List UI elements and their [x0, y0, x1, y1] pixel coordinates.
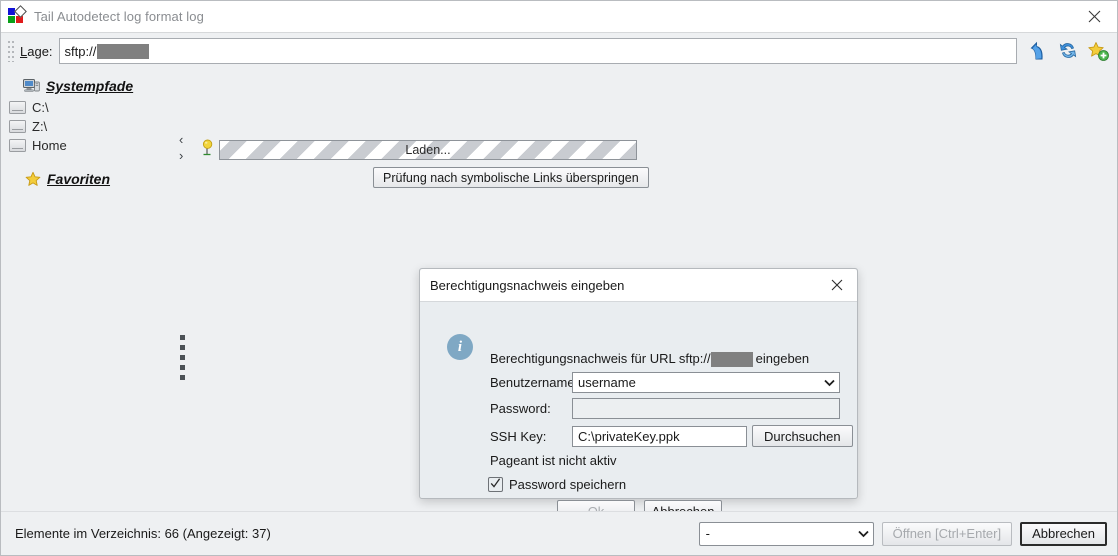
sidebar-header-label: Systempfade	[46, 78, 134, 94]
sidebar-item-label: C:\	[32, 100, 49, 115]
open-button[interactable]: Öffnen [Ctrl+Enter]	[881, 521, 1013, 546]
password-row: Password:	[490, 398, 840, 419]
toolbar-drag-grip[interactable]	[7, 40, 16, 62]
up-arrow-icon[interactable]	[1027, 40, 1049, 62]
chevron-down-icon	[824, 379, 835, 386]
drive-icon	[9, 139, 26, 152]
dialog-action-buttons: Ok Abbrechen	[557, 500, 722, 511]
info-icon: i	[447, 334, 473, 360]
browser-body: Systempfade C:\ Z:\ Home Favoriten ‹ › L…	[1, 69, 1117, 511]
dialog-body: i Berechtigungsnachweis für URL sftp:// e…	[420, 302, 857, 511]
dialog-close-button[interactable]	[817, 269, 857, 300]
browse-button[interactable]: Durchsuchen	[752, 425, 853, 447]
username-label: Benutzername:	[490, 375, 579, 390]
window-title: Tail Autodetect log format log	[34, 9, 204, 24]
filter-combobox[interactable]: -	[698, 521, 874, 546]
ssh-key-row: SSH Key: C:\privateKey.ppk Durchsuchen	[490, 425, 853, 447]
dialog-titlebar: Berechtigungsnachweis eingeben	[420, 269, 857, 302]
location-toolbar	[1021, 40, 1117, 62]
sidebar-item-label: Home	[32, 138, 67, 153]
ok-button-label: Ok	[587, 503, 605, 512]
chevron-down-icon[interactable]: ›	[179, 149, 193, 162]
location-bar: Lage: sftp://	[1, 33, 1117, 69]
sidebar-item-z-drive[interactable]: Z:\	[1, 117, 171, 136]
panel-splitter-handle[interactable]	[180, 335, 187, 380]
dialog-message-suffix: eingeben	[755, 351, 810, 366]
status-bar: Elemente im Verzeichnis: 66 (Angezeigt: …	[1, 511, 1117, 555]
location-input[interactable]: sftp://	[58, 38, 1017, 64]
save-password-checkbox[interactable]	[488, 477, 503, 492]
main-window: Tail Autodetect log format log Lage: sft…	[0, 0, 1118, 556]
app-logo-icon	[8, 4, 27, 26]
refresh-icon[interactable]	[1057, 40, 1079, 62]
location-label: Lage:	[20, 44, 53, 59]
bottom-actions: - Öffnen [Ctrl+Enter] Abbrechen	[698, 521, 1107, 546]
location-value-redacted	[97, 43, 150, 59]
password-label: Password:	[490, 401, 551, 416]
ssh-key-value: C:\privateKey.ppk	[578, 428, 680, 444]
dialog-cancel-label: Abbrechen	[651, 503, 715, 512]
close-icon	[831, 279, 843, 290]
username-combobox[interactable]: username	[572, 372, 840, 393]
window-titlebar: Tail Autodetect log format log	[1, 1, 1117, 33]
sidebar-header-systempfade[interactable]: Systempfade	[1, 74, 171, 98]
directory-status-text: Elemente im Verzeichnis: 66 (Angezeigt: …	[15, 526, 271, 541]
password-input[interactable]	[572, 398, 840, 419]
ssh-key-label: SSH Key:	[490, 428, 547, 444]
dialog-message: Berechtigungsnachweis für URL sftp:// ein…	[490, 351, 810, 368]
save-password-label: Password speichern	[509, 477, 627, 492]
cancel-button-label: Abbrechen	[1032, 526, 1095, 541]
star-icon	[25, 171, 41, 187]
sidebar-item-c-drive[interactable]: C:\	[1, 98, 171, 117]
sidebar-item-label: Z:\	[32, 119, 48, 134]
dialog-message-redacted	[710, 352, 753, 368]
cancel-button[interactable]: Abbrechen	[1020, 521, 1107, 546]
computer-icon	[23, 79, 40, 93]
browse-button-label: Durchsuchen	[764, 428, 841, 444]
filter-value: -	[705, 526, 710, 541]
places-sidebar: Systempfade C:\ Z:\ Home Favoriten	[1, 69, 171, 511]
dialog-title: Berechtigungsnachweis eingeben	[430, 277, 625, 293]
dialog-message-prefix: Berechtigungsnachweis für URL sftp://	[490, 351, 711, 366]
open-button-label: Öffnen [Ctrl+Enter]	[892, 526, 1002, 541]
skip-symlink-check-button[interactable]: Prüfung nach symbolische Links übersprin…	[373, 167, 649, 188]
chevron-up-icon[interactable]: ‹	[179, 133, 193, 146]
skip-symlink-check-label: Prüfung nach symbolische Links übersprin…	[383, 170, 639, 185]
checkmark-icon	[490, 478, 501, 488]
dialog-cancel-button[interactable]: Abbrechen	[644, 500, 722, 511]
username-value: username	[578, 375, 636, 390]
sidebar-header-label: Favoriten	[47, 171, 111, 187]
ok-button[interactable]: Ok	[557, 500, 635, 511]
add-favorite-star-icon[interactable]	[1087, 40, 1109, 62]
credentials-dialog: Berechtigungsnachweis eingeben i Berecht…	[419, 268, 858, 511]
loading-progress-bar: Laden...	[219, 140, 637, 160]
sidebar-item-home[interactable]: Home	[1, 136, 171, 155]
tree-collapse-controls[interactable]: ‹ ›	[179, 133, 193, 162]
yellow-pin-icon	[198, 139, 216, 157]
chevron-down-icon	[857, 530, 869, 537]
drive-icon	[9, 120, 26, 133]
info-icon-glyph: i	[457, 338, 463, 355]
location-label-rest: age:	[27, 43, 53, 59]
sidebar-header-favoriten[interactable]: Favoriten	[1, 167, 171, 191]
drive-icon	[9, 101, 26, 114]
pageant-status: Pageant ist nicht aktiv	[490, 453, 617, 468]
close-icon	[1088, 10, 1100, 22]
location-value-prefix: sftp://	[64, 43, 97, 59]
window-close-button[interactable]	[1071, 1, 1117, 31]
save-password-row[interactable]: Password speichern	[488, 477, 626, 492]
loading-progress-label: Laden...	[405, 143, 451, 157]
ssh-key-input[interactable]: C:\privateKey.ppk	[572, 425, 747, 447]
username-row: Benutzername: username	[490, 372, 840, 393]
